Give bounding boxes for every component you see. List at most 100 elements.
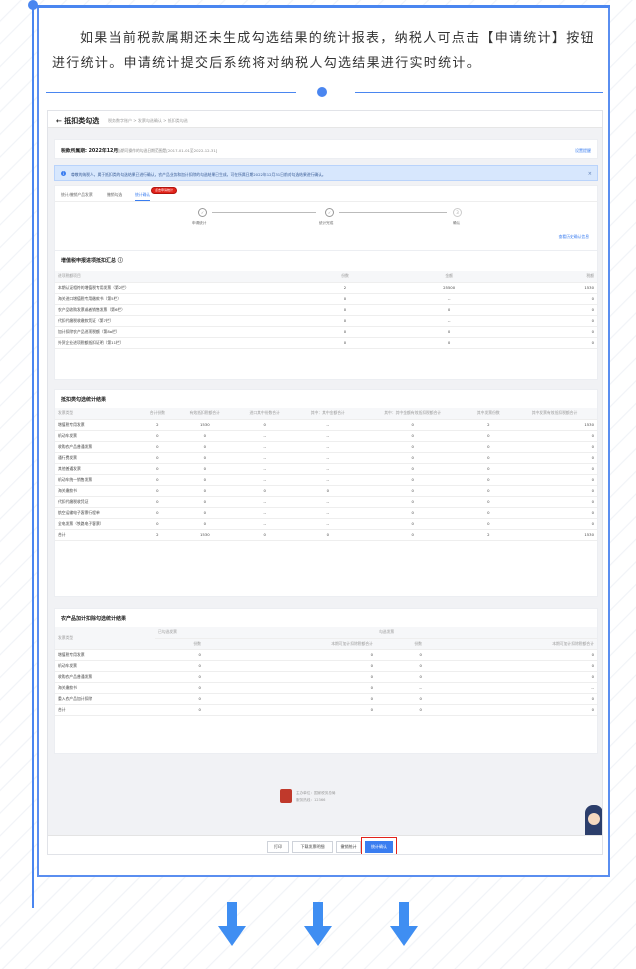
table-cell: 0 (375, 671, 425, 683)
table-cell: 0 (139, 485, 175, 497)
col-header: 发票类型 (55, 408, 140, 420)
table-row: 本期认证相符的增值税专用发票（第2栏） 2 25500 1530 (55, 282, 597, 294)
table-cell: -- (294, 463, 361, 475)
table-cell: 0 (503, 337, 597, 349)
table-cell: 0 (174, 441, 235, 453)
table-row: 海关缴款书 0 0 0 0 0 0 0 (55, 485, 597, 497)
table-cell: -- (424, 682, 597, 694)
table-cell: 0 (360, 474, 465, 486)
table-cell: 0 (234, 485, 295, 497)
tab-stat-confirm[interactable]: 统计确认 (135, 192, 151, 201)
table-cell: 增值税专用发票 (55, 649, 155, 661)
table-cell: 0 (155, 660, 204, 672)
table-cell: 0 (511, 518, 597, 530)
table-cell: 0 (395, 304, 504, 316)
table-row: 机动车统一销售发票 0 0 -- -- 0 0 0 (55, 474, 597, 486)
table-cell: 增值税专用发票 (55, 419, 140, 431)
screenshot-panel: ← 抵扣类勾选 税务数字账户 > 发票勾选确认 > 抵扣类勾选 税款所属期: 2… (47, 110, 603, 855)
table-cell: 0 (424, 671, 597, 683)
table-cell: 0 (174, 474, 235, 486)
table-cell: 0 (511, 430, 597, 442)
col-header: 本期可加计扣除税额合计 (424, 638, 597, 650)
col-header: 税额 (503, 271, 597, 283)
table-row: 代扣代缴税收凭证 0 0 -- -- 0 0 0 (55, 496, 597, 508)
download-detail-button[interactable]: 下载发票明细 (292, 841, 333, 853)
print-button[interactable]: 打印 (267, 841, 289, 853)
table-cell: 0 (234, 529, 295, 541)
table-cell: 代扣代缴税收凭证 (55, 496, 140, 508)
table-cell: 1530 (174, 529, 235, 541)
tab-revoke-check[interactable]: 撤销勾选 (107, 192, 122, 198)
table-row: 重入农产品加计扣除 0 0 0 0 (55, 693, 597, 705)
table-cell: 0 (203, 649, 376, 661)
table-cell: 2 (464, 529, 512, 541)
col-header: 金额 (395, 271, 504, 283)
agri-title: 农产品加计扣除勾选统计结果 (61, 616, 127, 622)
notice-banner: i 尊敬的纳税人，属于抵扣类的勾选结果已进行确认，农产品业务和加计扣除的勾选结果… (54, 165, 598, 181)
deduct-table: 发票类型 合计份数 有效抵扣税额合计 进口其中份数合计 其中：其中金额合计 其中：其中金额… (55, 408, 597, 541)
step-connector-2 (339, 212, 447, 213)
history-link[interactable]: 查看历史确认信息 (559, 234, 589, 240)
revoke-stat-button[interactable]: 撤销统计 (336, 841, 361, 853)
table-cell: -- (234, 452, 295, 464)
step-connector-1 (212, 212, 316, 213)
table-row: 合计 0 0 0 0 (55, 704, 597, 716)
table-cell: 0 (375, 649, 425, 661)
table-cell: 0 (139, 452, 175, 464)
col-header: 份数 (155, 638, 204, 650)
col-header: 本期可加计扣除税额合计 (203, 638, 376, 650)
table-cell: 0 (464, 441, 512, 453)
table-row: 增值税专用发票 2 1530 0 -- 0 2 1530 (55, 419, 597, 431)
table-cell: 0 (375, 660, 425, 672)
table-cell: 0 (174, 430, 235, 442)
table-cell: 0 (464, 518, 512, 530)
close-icon[interactable]: × (588, 171, 592, 177)
intro-paragraph: 如果当前税款属期还未生成勾选结果的统计报表，纳税人可点击【申请统计】按钮进行统计… (52, 31, 595, 71)
table-row: 通行费发票 0 0 -- -- 0 0 0 (55, 452, 597, 464)
step-2-label: 统计完成 (319, 221, 334, 225)
divider-left (46, 92, 296, 93)
table-row: 加计扣除农产品进项税额（第8a栏） 0 0 0 (55, 326, 597, 338)
col-header: 其中：其中金额合计 (294, 408, 361, 420)
table-cell: -- (234, 507, 295, 519)
table-cell: 0 (295, 293, 395, 305)
table-cell: 2 (464, 419, 512, 431)
table-cell: 2 (295, 282, 395, 294)
table-cell: -- (234, 441, 295, 453)
table-cell: 0 (511, 463, 597, 475)
table-cell: 2 (139, 529, 175, 541)
table-cell: -- (234, 496, 295, 508)
step-3-label: 确认 (453, 221, 461, 225)
footer-org: 主办单位：国家税务总局 (296, 791, 336, 795)
breadcrumb: 税务数字账户 > 发票勾选确认 > 抵扣类勾选 (108, 118, 188, 123)
table-cell: 机动车发票 (55, 430, 140, 442)
col-header: 其中发票份数 (464, 408, 512, 420)
table-cell: -- (294, 452, 361, 464)
col-header: 进口其中份数合计 (234, 408, 295, 420)
table-cell: 重入农产品加计扣除 (55, 693, 155, 705)
table-cell: 0 (511, 452, 597, 464)
table-row: 代扣代缴税收缴款凭证（第7栏） 0 -- 0 (55, 315, 597, 327)
back-button[interactable]: ← 抵扣类勾选 (56, 116, 99, 126)
table-cell: 0 (375, 693, 425, 705)
group-header: 勾选发票 (375, 627, 597, 639)
table-cell: 0 (294, 529, 361, 541)
col-header: 其中：其中金额有效抵扣税额合计 (360, 408, 465, 420)
frame-top-border (37, 5, 610, 8)
table-cell: 0 (174, 463, 235, 475)
table-cell: 0 (139, 441, 175, 453)
tab-revoke-agri[interactable]: 统计/撤销产品发票 (61, 192, 93, 198)
reminder-link[interactable]: 设置提醒 (575, 148, 591, 154)
assistant-avatar-icon[interactable] (585, 805, 602, 839)
table-cell: 0 (503, 315, 597, 327)
table-cell: 航空运输电子客票行程单 (55, 507, 140, 519)
table-cell: 0 (294, 485, 361, 497)
table-cell: 0 (464, 507, 512, 519)
table-cell: 0 (203, 693, 376, 705)
table-cell: 通行费发票 (55, 452, 140, 464)
table-row: 收购农产品普通发票 0 0 -- -- 0 0 0 (55, 441, 597, 453)
table-cell: 0 (511, 441, 597, 453)
step-3-number: 3 (453, 208, 462, 217)
col-header: 其中发票有效抵扣税额合计 (511, 408, 597, 420)
table-cell: 收购农产品普通发票 (55, 441, 140, 453)
